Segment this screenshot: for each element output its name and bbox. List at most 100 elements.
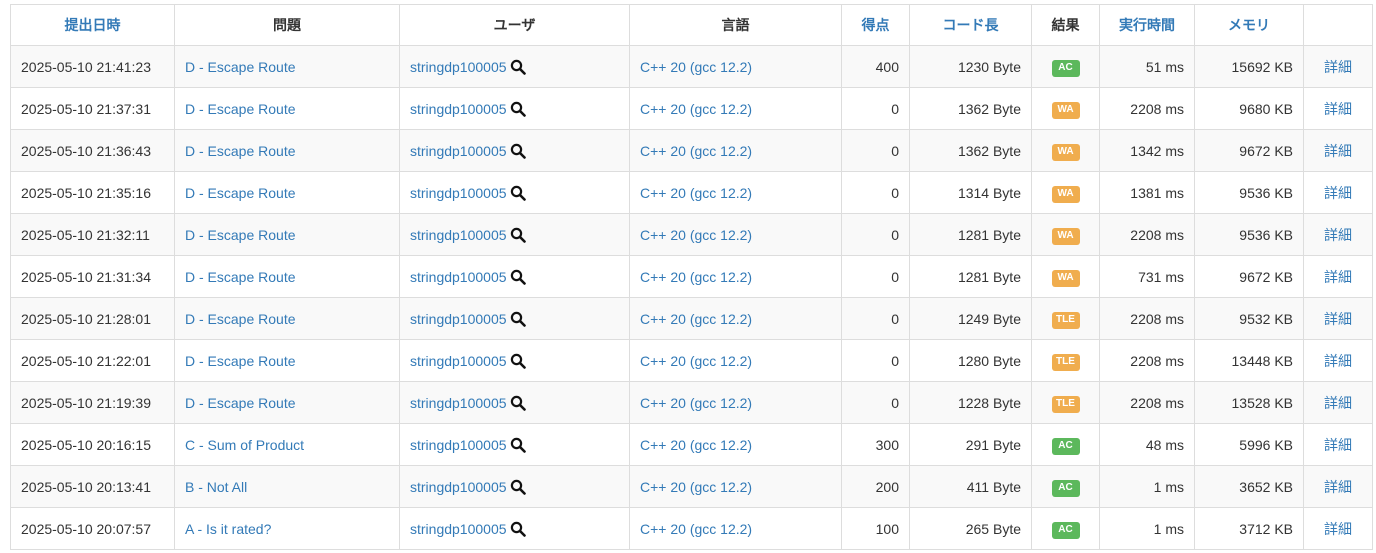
submission-time: 2025-05-10 21:41:23 <box>10 45 175 88</box>
task-link[interactable]: A - Is it rated? <box>185 521 271 537</box>
code-length-value: 1281 Byte <box>909 213 1032 256</box>
detail-link[interactable]: 詳細 <box>1324 185 1352 201</box>
score-value: 0 <box>841 171 910 214</box>
detail-link[interactable]: 詳細 <box>1324 143 1352 159</box>
search-icon[interactable] <box>510 311 526 327</box>
task-link[interactable]: D - Escape Route <box>185 185 296 201</box>
user-link[interactable]: stringdp100005 <box>410 185 507 201</box>
search-icon[interactable] <box>510 59 526 75</box>
submission-time: 2025-05-10 20:07:57 <box>10 507 175 550</box>
table-row: 2025-05-10 20:07:57 A - Is it rated? str… <box>10 507 1373 550</box>
user-link[interactable]: stringdp100005 <box>410 311 507 327</box>
detail-link[interactable]: 詳細 <box>1324 227 1352 243</box>
task-link[interactable]: B - Not All <box>185 479 247 495</box>
exec-time-value: 51 ms <box>1099 45 1195 88</box>
language-link[interactable]: C++ 20 (gcc 12.2) <box>640 269 752 285</box>
detail-link[interactable]: 詳細 <box>1324 479 1352 495</box>
detail-link[interactable]: 詳細 <box>1324 437 1352 453</box>
task-link[interactable]: D - Escape Route <box>185 311 296 327</box>
detail-link[interactable]: 詳細 <box>1324 311 1352 327</box>
user-link[interactable]: stringdp100005 <box>410 395 507 411</box>
search-icon[interactable] <box>510 437 526 453</box>
user-link[interactable]: stringdp100005 <box>410 521 507 537</box>
memory-value: 15692 KB <box>1194 45 1304 88</box>
search-icon[interactable] <box>510 185 526 201</box>
search-icon[interactable] <box>510 269 526 285</box>
detail-link[interactable]: 詳細 <box>1324 395 1352 411</box>
task-link[interactable]: D - Escape Route <box>185 269 296 285</box>
table-row: 2025-05-10 21:41:23 D - Escape Route str… <box>10 45 1373 88</box>
header-task: 問題 <box>174 4 400 46</box>
table-row: 2025-05-10 21:19:39 D - Escape Route str… <box>10 381 1373 424</box>
task-link[interactable]: C - Sum of Product <box>185 437 304 453</box>
table-row: 2025-05-10 21:28:01 D - Escape Route str… <box>10 297 1373 340</box>
memory-value: 9532 KB <box>1194 297 1304 340</box>
header-language: 言語 <box>629 4 842 46</box>
status-badge: WA <box>1051 143 1080 161</box>
score-value: 200 <box>841 465 910 508</box>
user-link[interactable]: stringdp100005 <box>410 437 507 453</box>
search-icon[interactable] <box>510 353 526 369</box>
memory-value: 3712 KB <box>1194 507 1304 550</box>
search-icon[interactable] <box>510 227 526 243</box>
language-link[interactable]: C++ 20 (gcc 12.2) <box>640 311 752 327</box>
submission-time: 2025-05-10 20:13:41 <box>10 465 175 508</box>
user-link[interactable]: stringdp100005 <box>410 269 507 285</box>
header-submitted-sort[interactable]: 提出日時 <box>10 4 175 46</box>
code-length-value: 1280 Byte <box>909 339 1032 382</box>
language-link[interactable]: C++ 20 (gcc 12.2) <box>640 521 752 537</box>
language-link[interactable]: C++ 20 (gcc 12.2) <box>640 101 752 117</box>
language-link[interactable]: C++ 20 (gcc 12.2) <box>640 395 752 411</box>
task-link[interactable]: D - Escape Route <box>185 59 296 75</box>
header-detail <box>1303 4 1373 46</box>
score-value: 100 <box>841 507 910 550</box>
search-icon[interactable] <box>510 479 526 495</box>
code-length-value: 1281 Byte <box>909 255 1032 298</box>
search-icon[interactable] <box>510 521 526 537</box>
detail-link[interactable]: 詳細 <box>1324 353 1352 369</box>
search-icon[interactable] <box>510 143 526 159</box>
score-value: 0 <box>841 297 910 340</box>
detail-link[interactable]: 詳細 <box>1324 59 1352 75</box>
language-link[interactable]: C++ 20 (gcc 12.2) <box>640 59 752 75</box>
score-value: 0 <box>841 339 910 382</box>
search-icon[interactable] <box>510 395 526 411</box>
code-length-value: 1228 Byte <box>909 381 1032 424</box>
user-link[interactable]: stringdp100005 <box>410 227 507 243</box>
user-link[interactable]: stringdp100005 <box>410 479 507 495</box>
language-link[interactable]: C++ 20 (gcc 12.2) <box>640 353 752 369</box>
header-score-sort[interactable]: 得点 <box>841 4 910 46</box>
user-link[interactable]: stringdp100005 <box>410 59 507 75</box>
code-length-value: 1230 Byte <box>909 45 1032 88</box>
language-link[interactable]: C++ 20 (gcc 12.2) <box>640 185 752 201</box>
header-exec-time-sort[interactable]: 実行時間 <box>1099 4 1195 46</box>
task-link[interactable]: D - Escape Route <box>185 101 296 117</box>
memory-value: 9536 KB <box>1194 171 1304 214</box>
submissions-table: 提出日時 問題 ユーザ 言語 得点 コード長 結果 実行時間 メモリ 2025-… <box>10 4 1373 550</box>
submission-time: 2025-05-10 21:32:11 <box>10 213 175 256</box>
status-badge: AC <box>1051 59 1080 77</box>
user-link[interactable]: stringdp100005 <box>410 353 507 369</box>
task-link[interactable]: D - Escape Route <box>185 227 296 243</box>
language-link[interactable]: C++ 20 (gcc 12.2) <box>640 437 752 453</box>
detail-link[interactable]: 詳細 <box>1324 101 1352 117</box>
task-link[interactable]: D - Escape Route <box>185 143 296 159</box>
user-link[interactable]: stringdp100005 <box>410 143 507 159</box>
table-row: 2025-05-10 21:32:11 D - Escape Route str… <box>10 213 1373 256</box>
detail-link[interactable]: 詳細 <box>1324 269 1352 285</box>
header-memory-sort[interactable]: メモリ <box>1194 4 1304 46</box>
header-user: ユーザ <box>399 4 630 46</box>
score-value: 0 <box>841 87 910 130</box>
header-code-length-sort[interactable]: コード長 <box>909 4 1032 46</box>
search-icon[interactable] <box>510 101 526 117</box>
language-link[interactable]: C++ 20 (gcc 12.2) <box>640 227 752 243</box>
memory-value: 3652 KB <box>1194 465 1304 508</box>
score-value: 0 <box>841 129 910 172</box>
user-link[interactable]: stringdp100005 <box>410 101 507 117</box>
detail-link[interactable]: 詳細 <box>1324 521 1352 537</box>
language-link[interactable]: C++ 20 (gcc 12.2) <box>640 143 752 159</box>
memory-value: 9680 KB <box>1194 87 1304 130</box>
task-link[interactable]: D - Escape Route <box>185 395 296 411</box>
language-link[interactable]: C++ 20 (gcc 12.2) <box>640 479 752 495</box>
task-link[interactable]: D - Escape Route <box>185 353 296 369</box>
